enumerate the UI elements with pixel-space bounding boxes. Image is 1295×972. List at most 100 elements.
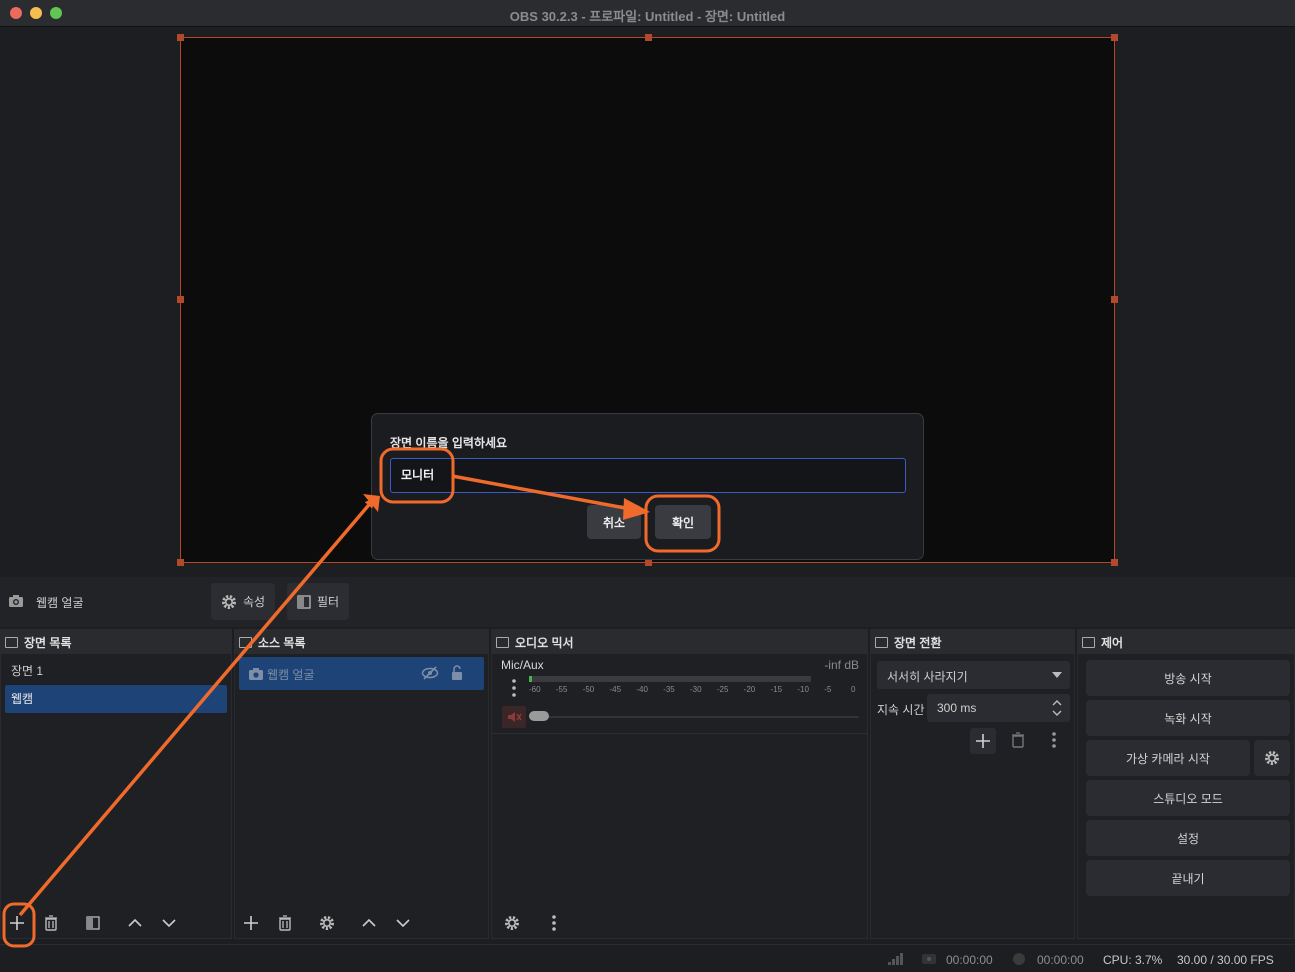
- meter-tick-label: -25: [716, 685, 729, 694]
- properties-button[interactable]: 속성: [211, 583, 276, 620]
- transition-properties-button[interactable]: [1042, 728, 1066, 752]
- meter-tick-label: -60: [529, 685, 541, 694]
- source-item-label: 웹캠 얼굴: [267, 668, 315, 682]
- signal-bars-icon: [888, 953, 903, 965]
- trash-icon: [1012, 732, 1024, 748]
- visibility-hidden-icon[interactable]: [421, 666, 439, 680]
- trash-icon: [45, 915, 57, 931]
- dock-undock-icon[interactable]: [875, 636, 888, 648]
- dock-undock-icon[interactable]: [496, 636, 509, 648]
- filters-button[interactable]: 필터: [287, 583, 350, 620]
- filter-icon: [297, 594, 311, 609]
- dock-undock-icon[interactable]: [5, 636, 18, 648]
- sources-dock: 소스 목록 웹캠 얼굴: [234, 629, 489, 939]
- scenes-dock-header: 장면 목록: [1, 630, 231, 654]
- add-transition-button[interactable]: [970, 728, 996, 754]
- settings-button[interactable]: 설정: [1086, 820, 1290, 856]
- studio-mode-button[interactable]: 스튜디오 모드: [1086, 780, 1290, 816]
- mixer-menu-button[interactable]: [542, 911, 566, 935]
- resize-handle[interactable]: [1111, 559, 1118, 566]
- audio-mixer-dock: 오디오 믹서 Mic/Aux -inf dB -60 -55 -50 -45 -40 -3…: [491, 629, 868, 939]
- volume-meter: [529, 676, 811, 682]
- gear-icon: [505, 916, 519, 930]
- scene-name-input[interactable]: 모니터: [390, 458, 906, 493]
- muted-speaker-icon[interactable]: [502, 706, 526, 728]
- window-title: OBS 30.2.3 - 프로파일: Untitled - 장면: Untitl…: [509, 9, 786, 24]
- remove-source-button[interactable]: [273, 911, 297, 935]
- volume-slider-handle[interactable]: [529, 711, 549, 721]
- camera-icon: [249, 668, 263, 680]
- source-properties-button[interactable]: [315, 911, 339, 935]
- start-recording-button[interactable]: 녹화 시작: [1086, 700, 1290, 736]
- start-streaming-button[interactable]: 방송 시작: [1086, 660, 1290, 696]
- stepper-arrows-icon[interactable]: [1052, 699, 1062, 717]
- resize-handle[interactable]: [645, 34, 652, 41]
- add-source-button[interactable]: [239, 911, 263, 935]
- gear-icon: [1265, 751, 1279, 765]
- plus-icon: [244, 916, 258, 930]
- cancel-button[interactable]: 취소: [587, 505, 641, 539]
- resize-handle[interactable]: [177, 296, 184, 303]
- remove-scene-button[interactable]: [39, 911, 63, 935]
- record-status-icon: [1013, 953, 1025, 965]
- transition-select-value: 서서히 사라지기: [887, 670, 968, 684]
- mixer-toolbar: [492, 908, 867, 938]
- more-options-icon: [1052, 732, 1056, 748]
- meter-tick-label: 0: [851, 685, 856, 694]
- chevron-up-icon: [362, 918, 376, 927]
- cpu-usage: CPU: 3.7%: [1103, 953, 1163, 967]
- more-options-icon[interactable]: [511, 678, 517, 698]
- move-source-down-button[interactable]: [391, 911, 415, 935]
- camera-icon: [9, 595, 23, 607]
- resize-handle[interactable]: [1111, 296, 1118, 303]
- volume-slider[interactable]: [529, 716, 859, 718]
- meter-scale: -60 -55 -50 -45 -40 -35 -30 -25 -20 -15 -10 -5 0: [529, 685, 859, 697]
- move-scene-down-button[interactable]: [157, 911, 181, 935]
- start-virtual-camera-button[interactable]: 가상 카메라 시작: [1086, 740, 1250, 776]
- sources-dock-title: 소스 목록: [258, 635, 306, 650]
- dropdown-arrow-icon: [1052, 672, 1062, 678]
- transition-select[interactable]: 서서히 사라지기: [877, 661, 1070, 689]
- chevron-up-icon: [128, 918, 142, 927]
- lock-icon[interactable]: [451, 665, 463, 681]
- meter-tick-label: -55: [555, 685, 568, 694]
- meter-tick-label: -30: [690, 685, 702, 694]
- meter-tick-label: -5: [824, 685, 832, 694]
- scene-filters-button[interactable]: [81, 911, 105, 935]
- more-options-icon: [552, 915, 556, 931]
- remove-transition-button[interactable]: [1006, 728, 1030, 752]
- duration-spinbox[interactable]: 300 ms: [927, 694, 1070, 722]
- source-toolbar: 웹캠 얼굴 속성 필터: [0, 577, 1295, 627]
- move-scene-up-button[interactable]: [123, 911, 147, 935]
- scene-item-selected[interactable]: 웹캠: [5, 685, 227, 713]
- mixer-level-readout: -inf dB: [824, 658, 859, 672]
- resize-handle[interactable]: [177, 34, 184, 41]
- dock-undock-icon[interactable]: [1082, 636, 1095, 648]
- move-source-up-button[interactable]: [357, 911, 381, 935]
- exit-button[interactable]: 끝내기: [1086, 860, 1290, 896]
- sources-dock-header: 소스 목록: [235, 630, 488, 654]
- resize-handle[interactable]: [1111, 34, 1118, 41]
- advanced-audio-button[interactable]: [500, 911, 524, 935]
- virtual-camera-settings-button[interactable]: [1254, 740, 1290, 776]
- meter-tick-label: -20: [743, 685, 756, 694]
- scenes-dock-title: 장면 목록: [24, 635, 72, 650]
- trash-icon: [279, 915, 291, 931]
- gear-icon: [222, 594, 236, 609]
- meter-tick-label: -50: [582, 685, 595, 694]
- record-time: 00:00:00: [1037, 953, 1084, 967]
- resize-handle[interactable]: [177, 559, 184, 566]
- scene-item[interactable]: 장면 1: [1, 657, 231, 685]
- meter-tick-label: -45: [609, 685, 622, 694]
- meter-tick-label: -40: [636, 685, 648, 694]
- resize-handle[interactable]: [645, 559, 652, 566]
- source-item-selected[interactable]: 웹캠 얼굴: [239, 657, 484, 690]
- dialog-prompt: 장면 이름을 입력하세요: [390, 436, 508, 450]
- controls-dock-title: 제어: [1101, 635, 1124, 650]
- controls-dock-header: 제어: [1078, 630, 1294, 654]
- dock-undock-icon[interactable]: [239, 636, 252, 648]
- filters-label: 필터: [317, 595, 340, 609]
- scene-name-dialog: 장면 이름을 입력하세요 모니터 취소 확인: [371, 413, 924, 560]
- add-scene-button[interactable]: [5, 911, 29, 935]
- ok-button[interactable]: 확인: [655, 505, 711, 539]
